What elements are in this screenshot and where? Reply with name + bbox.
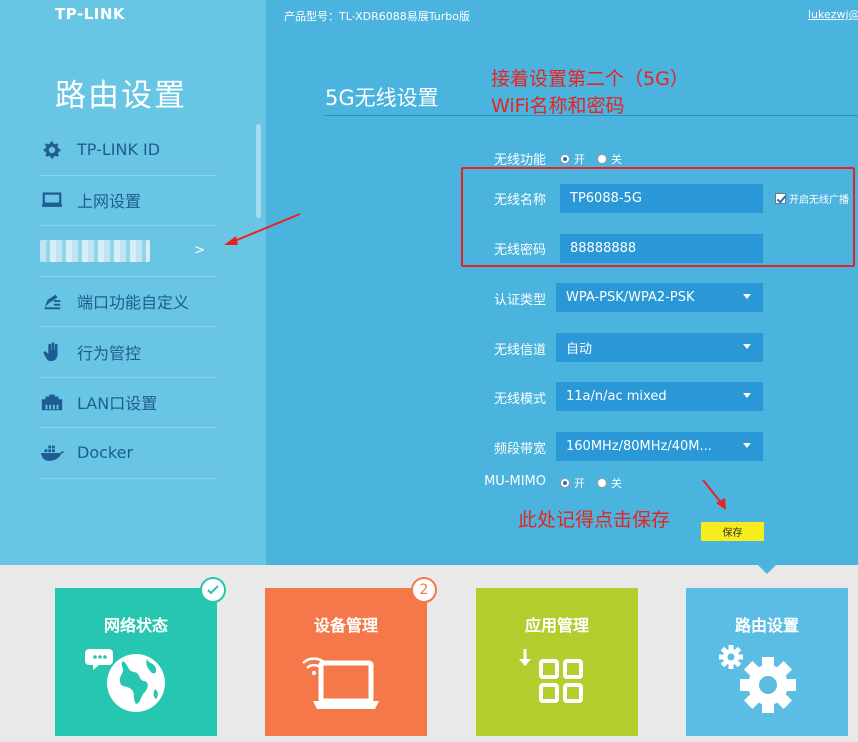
wireless-function-label: 无线功能 [493,153,546,168]
channel-select[interactable]: 自动 [556,333,763,362]
auth-type-value: WPA-PSK/WPA2-PSK [566,290,695,305]
save-button[interactable]: 保存 [701,522,764,541]
bandwidth-select[interactable]: 160MHz/80MHz/40M... [556,432,763,461]
user-account-link[interactable]: lukezwj@ [808,8,858,21]
mu-mimo-on-option[interactable]: 开 [560,475,585,491]
radio-on[interactable] [560,478,570,488]
tile-label: 应用管理 [524,616,589,635]
mode-label: 无线模式 [493,392,546,407]
ssid-input[interactable]: TP6088-5G [560,184,763,213]
tile-device-management[interactable]: 设备管理 [265,588,427,736]
bandwidth-value: 160MHz/80MHz/40M... [566,439,712,454]
ssid-label: 无线名称 [493,193,546,208]
tile-app-management[interactable]: 应用管理 [476,588,638,736]
wireless-function-radio-group: 开 关 [560,151,634,167]
tile-label: 路由设置 [734,616,799,635]
lan-port-icon [40,390,64,414]
radio-off[interactable] [597,154,607,164]
tile-label: 网络状态 [103,616,168,635]
laptop-icon [40,188,64,212]
mode-value: 11a/n/ac mixed [566,389,667,404]
tile-label: 设备管理 [313,616,378,635]
sidebar-item-lan[interactable]: LAN口设置 [40,378,217,428]
sidebar-title: 路由设置 [55,78,187,114]
sidebar-item-label: TP-LINK ID [77,140,161,160]
annotation-save: 此处记得点击保存 [518,509,671,531]
check-icon [200,577,226,603]
mu-mimo-radio-group: 开 关 [560,475,634,491]
tile-network-status[interactable]: 网络状态 [55,588,217,736]
chevron-down-icon [743,294,751,299]
sidebar-item-label: LAN口设置 [77,394,158,414]
mu-mimo-off-option[interactable]: 关 [597,475,622,491]
arrow-annotation-icon [224,213,301,245]
chevron-down-icon [743,344,751,349]
annotation-top-line2: WiFi名称和密码 [491,95,625,117]
chevron-down-icon [743,393,751,398]
sidebar-item-port-custom[interactable]: 端口功能自定义 [40,277,217,327]
chevron-right-icon: > [194,243,205,259]
tile-router-settings[interactable]: 路由设置 [686,588,848,736]
section-title: 5G无线设置 [325,86,439,110]
docker-icon [40,441,64,465]
blurred-label [40,239,150,262]
product-model: 产品型号：TL-XDR6088易展Turbo版 [284,10,470,23]
globe-chat-icon [85,649,165,712]
bandwidth-label: 频段带宽 [493,442,546,457]
sidebar-item-tplink-id[interactable]: TP-LINK ID [40,125,217,176]
annotation-top-line1: 接着设置第二个（5G） [491,68,689,90]
broadcast-checkbox[interactable] [775,193,786,204]
sidebar-item-wireless[interactable]: > [40,226,217,277]
auth-type-label: 认证类型 [493,293,546,308]
annotation-top: 接着设置第二个（5G） WiFi名称和密码 [491,66,689,120]
channel-label: 无线信道 [493,343,546,358]
channel-value: 自动 [566,342,593,357]
pen-icon [40,289,64,313]
sidebar-item-internet[interactable]: 上网设置 [40,176,217,226]
sidebar-item-docker[interactable]: Docker [40,428,217,479]
arrow-annotation-icon [702,479,726,510]
radio-off[interactable] [597,478,607,488]
gears-icon [719,645,796,713]
mode-select[interactable]: 11a/n/ac mixed [556,382,763,411]
mu-mimo-label: MU-MIMO [484,474,546,489]
grid-apps-icon [519,649,583,703]
sidebar-item-label: Docker [77,443,134,463]
tp-link-logo: TP-LINK [55,5,126,23]
auth-type-select[interactable]: WPA-PSK/WPA2-PSK [556,283,763,312]
sidebar-item-label: 行为管控 [77,343,142,363]
sidebar-item-behavior-control[interactable]: 行为管控 [40,327,217,378]
active-tab-indicator [758,565,776,574]
wireless-off-option[interactable]: 关 [597,151,622,167]
gear-icon [40,138,64,162]
sidebar-item-label: 端口功能自定义 [77,293,190,313]
broadcast-checkbox-wrap[interactable]: 开启无线广播 [775,191,849,206]
broadcast-label: 开启无线广播 [789,195,849,206]
password-input[interactable]: 88888888 [560,234,763,263]
laptop-wifi-icon [302,657,379,709]
password-label: 无线密码 [493,243,546,258]
hand-icon [40,340,64,364]
sidebar-item-label: 上网设置 [77,192,142,212]
sidebar: TP-LINK 路由设置 TP-LINK ID 上网设置 > 端口功能自定义 行… [0,0,266,565]
notification-count-badge: 2 [411,577,437,603]
wireless-on-option[interactable]: 开 [560,151,585,167]
sidebar-scrollbar[interactable] [256,124,261,218]
sidebar-nav: TP-LINK ID 上网设置 > 端口功能自定义 行为管控 LAN口设置 Do… [40,125,217,479]
radio-on[interactable] [560,154,570,164]
chevron-down-icon [743,443,751,448]
